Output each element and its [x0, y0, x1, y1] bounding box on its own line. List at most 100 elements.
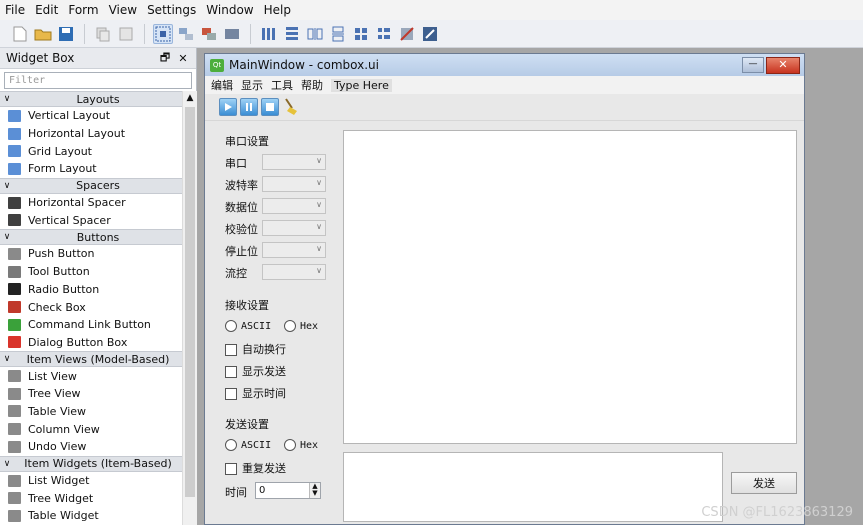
menu-window[interactable]: Window	[201, 3, 258, 17]
receive-text-area[interactable]	[343, 130, 797, 444]
widget-item[interactable]: Radio Button	[0, 281, 182, 299]
stop-icon[interactable]	[261, 98, 279, 116]
widget-item[interactable]: Table Widget	[0, 507, 182, 525]
widget-item[interactable]: Dialog Button Box	[0, 334, 182, 352]
layout-horizontal-icon[interactable]	[259, 24, 279, 44]
layout-grid-icon[interactable]	[351, 24, 371, 44]
menu-form[interactable]: Form	[63, 3, 103, 17]
menu-view[interactable]: View	[104, 3, 142, 17]
paste-icon[interactable]	[116, 24, 136, 44]
widget-item[interactable]: Tool Button	[0, 263, 182, 281]
serial-field-combo[interactable]: ∨	[262, 154, 326, 170]
form-window-titlebar[interactable]: Qt MainWindow - combox.ui — ✕	[205, 54, 804, 76]
close-icon[interactable]: ✕	[176, 52, 190, 65]
spin-arrows-icon[interactable]: ▲ ▼	[309, 483, 320, 498]
widget-filter-input[interactable]: Filter	[4, 72, 192, 89]
widget-item[interactable]: Tree Widget	[0, 489, 182, 507]
pause-icon[interactable]	[240, 98, 258, 116]
show-send-checkbox[interactable]: 显示发送	[225, 363, 286, 379]
category-header[interactable]: ∨ Layouts	[0, 91, 182, 107]
menu-file[interactable]: File	[0, 3, 30, 17]
serial-field-combo[interactable]: ∨	[262, 176, 326, 192]
auto-wrap-checkbox[interactable]: 自动换行	[225, 341, 286, 357]
menu-settings[interactable]: Settings	[142, 3, 201, 17]
play-icon[interactable]	[219, 98, 237, 116]
serial-field-combo[interactable]: ∨	[262, 220, 326, 236]
widget-item-label: List Widget	[28, 474, 90, 488]
widget-item[interactable]: Vertical Spacer	[0, 211, 182, 229]
edit-tab-order-icon[interactable]	[222, 24, 242, 44]
layout-vertical-icon[interactable]	[282, 24, 302, 44]
copy-icon[interactable]	[93, 24, 113, 44]
layout-splitter-v-icon[interactable]	[328, 24, 348, 44]
float-icon[interactable]: 🗗	[158, 49, 172, 68]
serial-field-label: 波特率	[225, 179, 258, 192]
time-spinbox[interactable]: 0 ▲ ▼	[255, 482, 321, 499]
send-button[interactable]: 发送	[731, 472, 797, 494]
widget-item-label: Command Link Button	[28, 318, 151, 332]
layout-form-icon[interactable]	[374, 24, 394, 44]
form-editor-canvas: Qt MainWindow - combox.ui — ✕ 编辑 显示 工具 帮…	[197, 48, 863, 525]
edit-widgets-icon[interactable]	[153, 23, 173, 44]
break-layout-icon[interactable]	[397, 24, 417, 44]
menu-edit[interactable]: Edit	[30, 3, 63, 17]
new-file-icon[interactable]	[10, 24, 30, 44]
minimize-icon[interactable]: —	[742, 57, 764, 73]
edit-signals-icon[interactable]	[176, 24, 196, 44]
vertical-spacer-icon	[8, 214, 21, 227]
send-hex-radio[interactable]: Hex	[284, 438, 318, 451]
layout-splitter-h-icon[interactable]	[305, 24, 325, 44]
edit-buddies-icon[interactable]	[199, 24, 219, 44]
widget-item[interactable]: Column View	[0, 420, 182, 438]
grid-layout-icon	[8, 145, 21, 158]
vertical-layout-icon	[8, 109, 21, 122]
widget-box-title: Widget Box	[6, 51, 75, 65]
widget-item[interactable]: Undo View	[0, 438, 182, 456]
adjust-size-icon[interactable]	[420, 24, 440, 44]
widget-item[interactable]: List Widget	[0, 472, 182, 490]
category-header[interactable]: ∨ Item Widgets (Item-Based)	[0, 455, 182, 472]
category-header[interactable]: ∨ Buttons	[0, 229, 182, 246]
widget-item[interactable]: Horizontal Layout	[0, 125, 182, 143]
show-time-checkbox[interactable]: 显示时间	[225, 385, 286, 401]
widget-item-label: Horizontal Layout	[28, 127, 126, 141]
open-folder-icon[interactable]	[33, 24, 53, 44]
widget-item[interactable]: Vertical Layout	[0, 107, 182, 125]
form-menu-help[interactable]: 帮助	[301, 77, 323, 93]
receive-hex-radio[interactable]: Hex	[284, 319, 318, 332]
scroll-up-icon[interactable]: ▲	[183, 91, 197, 105]
widget-item[interactable]: Grid Layout	[0, 142, 182, 160]
category-header[interactable]: ∨ Item Views (Model-Based)	[0, 351, 182, 368]
window-close-icon[interactable]: ✕	[766, 56, 800, 74]
repeat-send-checkbox[interactable]: 重复发送	[225, 460, 286, 476]
send-text-area[interactable]	[343, 452, 723, 522]
serial-field-combo[interactable]: ∨	[262, 242, 326, 258]
save-icon[interactable]	[56, 24, 76, 44]
chevron-down-icon: ∨	[3, 94, 11, 104]
widget-item[interactable]: Command Link Button	[0, 316, 182, 334]
chevron-down-icon: ∨	[316, 200, 322, 209]
send-ascii-radio[interactable]: ASCII	[225, 438, 271, 451]
widget-item[interactable]: Horizontal Spacer	[0, 194, 182, 212]
clear-broom-icon[interactable]	[282, 98, 300, 116]
serial-field-combo[interactable]: ∨	[262, 264, 326, 280]
scrollbar-thumb[interactable]	[185, 107, 195, 497]
widget-item[interactable]: Tree View	[0, 385, 182, 403]
widget-item[interactable]: Check Box	[0, 298, 182, 316]
form-window[interactable]: Qt MainWindow - combox.ui — ✕ 编辑 显示 工具 帮…	[204, 53, 805, 525]
widget-item[interactable]: Table View	[0, 403, 182, 421]
form-menu-edit[interactable]: 编辑	[211, 77, 233, 93]
category-header[interactable]: ∨ Spacers	[0, 177, 182, 194]
chevron-down-icon: ∨	[316, 222, 322, 231]
form-menu-tools[interactable]: 工具	[271, 77, 293, 93]
form-menu-type-here[interactable]: Type Here	[331, 78, 392, 92]
serial-field-combo[interactable]: ∨	[262, 198, 326, 214]
form-menu-view[interactable]: 显示	[241, 77, 263, 93]
menu-help[interactable]: Help	[259, 3, 296, 17]
receive-ascii-radio[interactable]: ASCII	[225, 319, 271, 332]
widget-item-label: Dialog Button Box	[28, 335, 128, 349]
widget-box-scrollbar[interactable]: ▲	[182, 91, 197, 525]
widget-item[interactable]: Form Layout	[0, 160, 182, 178]
widget-item[interactable]: Push Button	[0, 245, 182, 263]
widget-item[interactable]: List View	[0, 367, 182, 385]
